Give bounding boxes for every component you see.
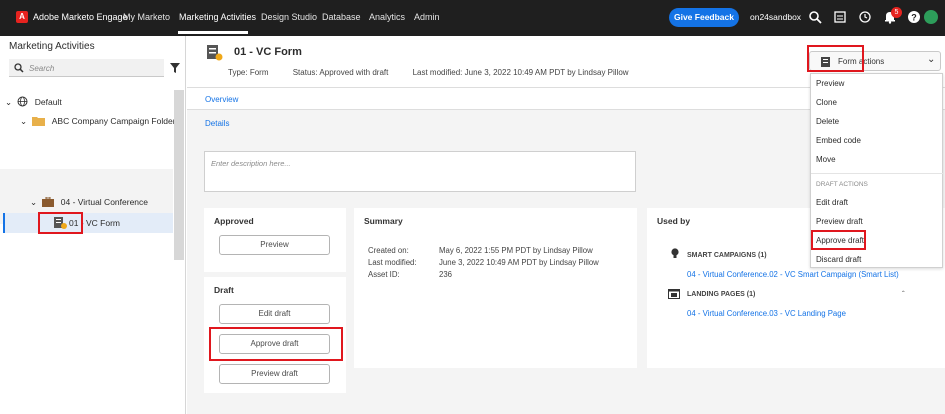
summary-card: Summary Created on: May 6, 2022 1:55 PM … <box>354 208 637 368</box>
search-placeholder: Search <box>29 64 55 73</box>
card-title: Approved <box>214 216 254 226</box>
tree-scrollbar[interactable] <box>174 90 184 260</box>
edit-draft-button[interactable]: Edit draft <box>219 304 330 324</box>
tree-item-default[interactable]: ⌄ Default <box>5 96 62 108</box>
landing-page-icon <box>668 289 680 299</box>
panel-title: Marketing Activities <box>9 41 95 52</box>
menu-item-embed-code[interactable]: Embed code <box>816 136 861 145</box>
highlight-form-actions <box>807 45 864 72</box>
notification-badge: 5 <box>891 7 902 18</box>
tree-item-label: Default <box>34 97 62 107</box>
draft-actions-heading: DRAFT ACTIONS <box>816 181 868 188</box>
preview-draft-button[interactable]: Preview draft <box>219 364 330 384</box>
search-icon <box>14 63 24 73</box>
landing-page-link[interactable]: 04 - Virtual Conference.03 - VC Landing … <box>687 309 846 318</box>
nav-design-studio[interactable]: Design Studio <box>261 12 317 22</box>
nav-my-marketo[interactable]: My Marketo <box>123 12 170 22</box>
highlight-approve-draft-button <box>209 327 343 361</box>
svg-text:?: ? <box>911 13 917 23</box>
menu-item-move[interactable]: Move <box>816 155 836 164</box>
give-feedback-button[interactable]: Give Feedback <box>669 8 739 27</box>
menu-divider <box>811 173 944 174</box>
approved-preview-button[interactable]: Preview <box>219 235 330 255</box>
active-nav-indicator <box>178 31 248 34</box>
asset-id-label: Asset ID: <box>368 270 400 279</box>
tenant-name[interactable]: on24sandbox <box>750 12 801 22</box>
search-icon[interactable] <box>808 10 822 24</box>
briefcase-icon <box>42 197 55 207</box>
modified-value: June 3, 2022 10:49 AM PDT by Lindsay Pil… <box>439 258 599 267</box>
created-value: May 6, 2022 1:55 PM PDT by Lindsay Pillo… <box>439 246 593 255</box>
chevron-up-icon[interactable]: ˆ <box>902 290 905 299</box>
filter-icon[interactable] <box>170 63 180 73</box>
menu-item-clone[interactable]: Clone <box>816 98 837 107</box>
chevron-down-icon: ⌄ <box>927 54 936 65</box>
folder-icon <box>32 117 46 126</box>
landing-pages-heading: LANDING PAGES (1) <box>687 291 756 298</box>
globe-icon <box>17 96 28 107</box>
card-title: Used by <box>657 216 691 226</box>
created-label: Created on: <box>368 246 409 255</box>
nav-marketing-activities[interactable]: Marketing Activities <box>179 12 256 22</box>
highlight-tree-form <box>38 212 83 234</box>
nav-analytics[interactable]: Analytics <box>369 12 405 22</box>
card-title: Draft <box>214 285 234 295</box>
brand-name[interactable]: Adobe Marketo Engage <box>33 12 128 22</box>
page-title: 01 - VC Form <box>234 46 302 58</box>
clock-icon[interactable] <box>858 10 872 24</box>
menu-item-delete[interactable]: Delete <box>816 117 839 126</box>
user-avatar[interactable] <box>924 10 938 24</box>
tree-item-selected-form[interactable]: 01 - VC Form <box>3 213 173 233</box>
tree-item-program[interactable]: ⌄ 04 - Virtual Conference <box>30 197 148 208</box>
tree-item-folder[interactable]: ⌄ ABC Company Campaign Folder <box>20 116 176 127</box>
highlight-approve-draft-menu-item <box>811 230 866 250</box>
description-input[interactable]: Enter description here... <box>204 151 636 192</box>
menu-item-preview-draft[interactable]: Preview draft <box>816 217 863 226</box>
top-nav-bar: A Adobe Marketo Engage My Marketo Market… <box>0 0 945 36</box>
tree-item-label: 04 - Virtual Conference <box>60 197 149 207</box>
chevron-down-icon[interactable]: ⌄ <box>20 116 30 127</box>
nav-admin[interactable]: Admin <box>414 12 440 22</box>
modified-label: Last modified: <box>368 258 417 267</box>
adobe-logo-icon: A <box>16 11 28 23</box>
tab-details[interactable]: Details <box>205 119 229 128</box>
tree-search-input[interactable]: Search <box>9 59 164 77</box>
chevron-down-icon[interactable]: ⌄ <box>30 197 40 208</box>
asset-id-value: 236 <box>439 270 453 279</box>
card-title: Summary <box>364 216 403 226</box>
smart-campaign-link[interactable]: 04 - Virtual Conference.02 - VC Smart Ca… <box>687 270 899 279</box>
tree-item-label: ABC Company Campaign Folder <box>51 116 176 126</box>
menu-item-discard-draft[interactable]: Discard draft <box>816 255 861 264</box>
approved-card: Approved Preview <box>204 208 346 272</box>
smart-campaigns-heading: SMART CAMPAIGNS (1) <box>687 252 767 259</box>
asset-meta: Type: Form Status: Approved with draft L… <box>228 68 629 77</box>
chevron-down-icon[interactable]: ⌄ <box>5 97 15 108</box>
menu-item-edit-draft[interactable]: Edit draft <box>816 198 848 207</box>
calendar-icon[interactable] <box>833 10 847 24</box>
help-icon[interactable]: ? <box>907 10 921 24</box>
nav-database[interactable]: Database <box>322 12 361 22</box>
menu-item-preview[interactable]: Preview <box>816 79 844 88</box>
left-tree-panel: Marketing Activities Search ⌄ Default ⌄ … <box>0 36 186 414</box>
lightbulb-icon <box>671 248 679 258</box>
form-icon <box>207 45 223 61</box>
